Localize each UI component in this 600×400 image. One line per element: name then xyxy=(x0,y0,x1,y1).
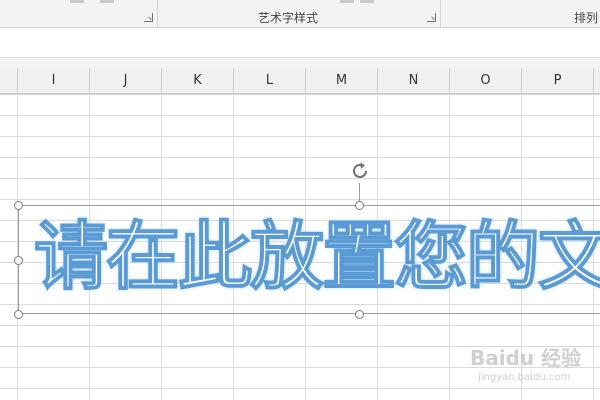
resize-handle-bottom-left[interactable] xyxy=(14,310,23,319)
resize-handle-bottom-center[interactable] xyxy=(355,310,364,319)
group-label-arrange: 排列 xyxy=(574,11,599,25)
watermark-url: jingyan.baidu.com xyxy=(478,372,571,383)
column-header-i[interactable]: I xyxy=(18,68,90,93)
dialog-launcher-icon[interactable] xyxy=(144,13,153,22)
ribbon-group-shape-styles xyxy=(0,0,157,27)
column-header-partial[interactable] xyxy=(0,68,18,93)
resize-handle-middle-left[interactable] xyxy=(14,256,23,265)
column-header-o[interactable]: O xyxy=(450,68,522,93)
column-header-l[interactable]: L xyxy=(234,68,306,93)
ribbon-group-arrange: 排列 xyxy=(441,0,600,27)
column-headers: I J K L M N O P xyxy=(0,68,600,94)
resize-handle-top-left[interactable] xyxy=(14,201,23,210)
ribbon: 艺术字样式 排列 xyxy=(0,0,600,28)
wordart-text[interactable]: 请在此放置您的文 xyxy=(33,212,600,302)
column-header-p[interactable]: P xyxy=(522,68,594,93)
rotate-handle-icon[interactable] xyxy=(350,161,370,181)
resize-handle-top-center[interactable] xyxy=(355,201,364,210)
watermark: Baidu 经验 xyxy=(470,346,582,370)
ribbon-group-wordart-styles: 艺术字样式 xyxy=(158,0,440,27)
column-header-j[interactable]: J xyxy=(90,68,162,93)
column-header-m[interactable]: M xyxy=(306,68,378,93)
group-label-wordart-styles: 艺术字样式 xyxy=(258,11,319,25)
column-header-k[interactable]: K xyxy=(162,68,234,93)
dialog-launcher-icon[interactable] xyxy=(427,13,436,22)
column-header-n[interactable]: N xyxy=(378,68,450,93)
